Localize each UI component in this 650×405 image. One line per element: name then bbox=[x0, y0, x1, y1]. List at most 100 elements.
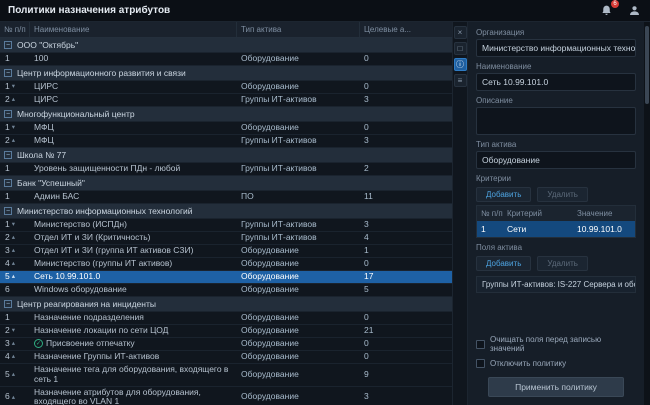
apply-policy-button[interactable]: Применить политику bbox=[488, 377, 624, 397]
collapse-icon[interactable]: − bbox=[4, 110, 12, 118]
row-number: 3 bbox=[5, 245, 10, 256]
collapse-icon[interactable]: − bbox=[4, 151, 12, 159]
asset-type-cell: Оборудование bbox=[241, 391, 299, 402]
reorder-down-icon[interactable]: ▾ bbox=[12, 83, 15, 90]
policy-row[interactable]: 1 Назначение подразделения Оборудование 0 bbox=[0, 312, 452, 325]
policy-row[interactable]: 1 ▾ Министерство (ИСПДн) Группы ИТ-активов 3 bbox=[0, 219, 452, 232]
user-menu-button[interactable] bbox=[626, 3, 642, 19]
criteria-remove-button[interactable]: Удалить bbox=[537, 187, 588, 202]
collapse-icon[interactable]: − bbox=[4, 300, 12, 308]
criteria-row[interactable]: 1 Сети 10.99.101.0 bbox=[477, 221, 635, 237]
asset-type-cell: Оборудование bbox=[241, 312, 299, 323]
reorder-up-icon[interactable]: ▴ bbox=[12, 371, 15, 378]
row-number-cell: 1 bbox=[0, 53, 30, 65]
reorder-up-icon[interactable]: ▴ bbox=[12, 273, 15, 280]
asset-type-cell: Оборудование bbox=[241, 368, 299, 379]
collapse-icon[interactable]: − bbox=[4, 179, 12, 187]
policy-row[interactable]: 2 ▴ ЦИРС Группы ИТ-активов 3 bbox=[0, 94, 452, 107]
policy-row[interactable]: 2 ▾ Назначение локации по сети ЦОД Оборудов… bbox=[0, 325, 452, 338]
group-row[interactable]: − Банк "Успешный" bbox=[0, 176, 452, 191]
group-row[interactable]: − Многофункциональный центр bbox=[0, 107, 452, 122]
list-tab-button[interactable]: ≡ bbox=[453, 74, 467, 87]
policy-name: Windows оборудование bbox=[34, 284, 127, 295]
name-field[interactable]: Сеть 10.99.101.0 bbox=[476, 73, 636, 91]
details-tab-button[interactable]: ⓘ bbox=[453, 58, 467, 71]
asset-type-field[interactable]: Оборудование bbox=[476, 151, 636, 169]
collapse-icon[interactable]: − bbox=[4, 207, 12, 215]
criteria-add-button[interactable]: Добавить bbox=[476, 187, 532, 202]
policy-row[interactable]: 1 100 Оборудование 0 bbox=[0, 53, 452, 66]
description-field[interactable] bbox=[476, 107, 636, 135]
window-scrollbar[interactable] bbox=[644, 22, 650, 405]
expand-panel-button[interactable]: □ bbox=[453, 42, 467, 55]
asset-fields-add-button[interactable]: Добавить bbox=[476, 256, 532, 271]
reorder-up-icon[interactable]: ▴ bbox=[12, 234, 15, 241]
reorder-up-icon[interactable]: ▴ bbox=[12, 394, 15, 401]
policy-row[interactable]: 5 ▴ Назначение тега для оборудования, вход… bbox=[0, 364, 452, 387]
policy-row[interactable]: 3 ▴ ✓ Присвоение отпечатку Оборудование 0 bbox=[0, 338, 452, 351]
policy-name: Отдел ИТ и ЗИ (группа ИТ активов СЗИ) bbox=[34, 245, 194, 256]
criteria-label: Критерии bbox=[476, 174, 511, 183]
policy-name: Назначение атрибутов для оборудования, в… bbox=[34, 386, 201, 405]
notifications-button[interactable]: 6 bbox=[598, 0, 619, 19]
policy-row[interactable]: 3 ▴ Отдел ИТ и ЗИ (группа ИТ активов СЗИ) О… bbox=[0, 245, 452, 258]
disable-policy-checkbox[interactable] bbox=[476, 359, 485, 368]
asset-fields-remove-button[interactable]: Удалить bbox=[537, 256, 588, 271]
group-label: Многофункциональный центр bbox=[17, 109, 135, 119]
reorder-down-icon[interactable]: ▾ bbox=[12, 221, 15, 228]
group-row[interactable]: − Центр реагирования на инциденты bbox=[0, 297, 452, 312]
target-count-cell: 3 bbox=[364, 219, 369, 230]
policy-row[interactable]: 5 ▴ Сеть 10.99.101.0 Оборудование 17 bbox=[0, 271, 452, 284]
reorder-down-icon[interactable]: ▾ bbox=[12, 327, 15, 334]
target-count-cell: 3 bbox=[364, 391, 369, 402]
policy-row[interactable]: 2 ▴ Отдел ИТ и ЗИ (Критичность) Группы ИТ-а… bbox=[0, 232, 452, 245]
reorder-up-icon[interactable]: ▴ bbox=[12, 137, 15, 144]
scrollbar-thumb[interactable] bbox=[645, 26, 649, 104]
group-row[interactable]: − Министерство информационных технологий bbox=[0, 204, 452, 219]
asset-field-item[interactable]: Группы ИТ-активов: IS-227 Сервера и обор… bbox=[476, 276, 636, 293]
check-circle-icon: ✓ bbox=[34, 339, 43, 349]
row-number: 2 bbox=[5, 94, 10, 105]
column-header-name[interactable]: Наименование bbox=[30, 22, 237, 37]
group-row[interactable]: − ООО "Октябрь" bbox=[0, 38, 452, 53]
row-number-cell: 5 ▴ bbox=[0, 369, 30, 381]
policy-row[interactable]: 1 ▾ МФЦ Оборудование 0 bbox=[0, 122, 452, 135]
policy-row[interactable]: 1 Уровень защищенности ПДн - любой Группы … bbox=[0, 163, 452, 176]
policy-row[interactable]: 2 ▴ МФЦ Группы ИТ-активов 3 bbox=[0, 135, 452, 148]
target-count-cell: 21 bbox=[364, 325, 374, 336]
reorder-up-icon[interactable]: ▴ bbox=[12, 340, 15, 347]
column-header-targets[interactable]: Целевые а... bbox=[360, 22, 452, 37]
row-number-cell: 6 ▴ bbox=[0, 391, 30, 403]
group-row[interactable]: − Школа № 77 bbox=[0, 148, 452, 163]
group-row[interactable]: − Центр информационного развития и связи bbox=[0, 66, 452, 81]
reorder-up-icon[interactable]: ▴ bbox=[12, 260, 15, 267]
target-count-cell: 11 bbox=[364, 191, 373, 202]
collapse-icon[interactable]: − bbox=[4, 41, 12, 49]
close-panel-button[interactable]: × bbox=[453, 26, 467, 39]
reorder-up-icon[interactable]: ▴ bbox=[12, 96, 15, 103]
policy-row[interactable]: 4 ▴ Министерство (группы ИТ активов) Оборуд… bbox=[0, 258, 452, 271]
reorder-up-icon[interactable]: ▴ bbox=[12, 353, 15, 360]
group-label: Министерство информационных технологий bbox=[17, 206, 193, 216]
disable-policy-checkbox-row: Отключить политику bbox=[476, 359, 636, 368]
target-count-cell: 0 bbox=[364, 312, 369, 323]
policy-row[interactable]: 6 ▴ Назначение атрибутов для оборудования,… bbox=[0, 386, 452, 405]
panel-spacer bbox=[476, 293, 636, 332]
organization-label: Организация bbox=[476, 28, 525, 37]
policy-row[interactable]: 1 Админ БАС ПО 11 bbox=[0, 191, 452, 204]
column-header-type[interactable]: Тип актива bbox=[237, 22, 360, 37]
organization-field[interactable]: Министерство информационных технологий bbox=[476, 39, 636, 57]
row-number: 4 bbox=[5, 351, 10, 362]
clear-fields-checkbox[interactable] bbox=[476, 339, 485, 349]
policy-row[interactable]: 4 ▴ Назначение Группы ИТ-активов Оборудован… bbox=[0, 351, 452, 364]
policy-name: Уровень защищенности ПДн - любой bbox=[34, 163, 181, 174]
reorder-down-icon[interactable]: ▾ bbox=[12, 124, 15, 131]
reorder-up-icon[interactable]: ▴ bbox=[12, 247, 15, 254]
details-panel: Организация Министерство информационных … bbox=[468, 22, 644, 405]
policy-row[interactable]: 1 ▾ ЦИРС Оборудование 0 bbox=[0, 81, 452, 94]
collapse-icon[interactable]: − bbox=[4, 69, 12, 77]
column-header-num[interactable]: № п/п bbox=[0, 22, 30, 37]
row-number-cell: 4 ▴ bbox=[0, 258, 30, 270]
policy-row[interactable]: 6 Windows оборудование Оборудование 5 bbox=[0, 284, 452, 297]
row-number: 2 bbox=[5, 325, 10, 336]
